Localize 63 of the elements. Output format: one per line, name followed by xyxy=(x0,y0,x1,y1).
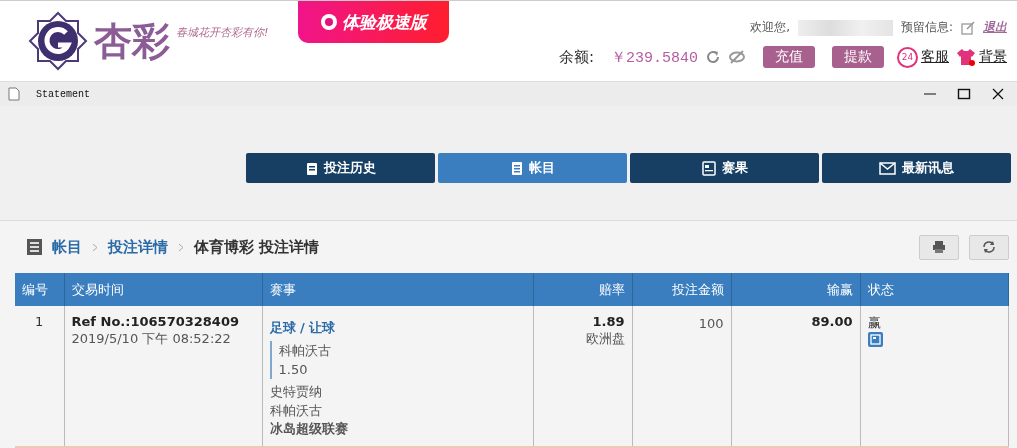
nav-tab[interactable]: 最新讯息 xyxy=(822,153,1011,183)
column-header: 交易时间 xyxy=(64,273,262,306)
logo-text: 杏彩 xyxy=(94,17,170,65)
balance-label: 余额: xyxy=(558,47,594,67)
column-header: 状态 xyxy=(860,273,1009,306)
home-team: 史特贾纳 xyxy=(269,383,323,401)
maximize-icon[interactable] xyxy=(957,87,971,101)
pick-team: 科帕沃古 xyxy=(278,342,332,360)
logo-icon xyxy=(28,11,88,71)
column-header: 编号 xyxy=(15,273,64,306)
logout-link[interactable]: 退出 xyxy=(983,19,1007,36)
breadcrumb-link[interactable]: 投注详情 xyxy=(108,237,168,257)
column-header: 投注金额 xyxy=(632,273,731,306)
league-name: 冰岛超级联赛 xyxy=(269,420,349,438)
window-title: Statement xyxy=(36,88,90,100)
header-link[interactable]: 背景 xyxy=(979,48,1007,66)
win-loss-amount: 89.00 xyxy=(811,314,853,329)
print-button[interactable] xyxy=(919,234,959,260)
close-icon[interactable] xyxy=(991,87,1005,101)
receipt-icon[interactable] xyxy=(867,332,883,347)
ball-icon xyxy=(320,13,338,31)
ref-number: Ref No.:106570328409 xyxy=(71,314,240,329)
chevron-icon xyxy=(178,242,184,252)
welcome-text: 欢迎您, xyxy=(750,19,790,36)
newspaper-icon xyxy=(701,160,716,176)
header-link[interactable]: 客服 xyxy=(921,48,949,66)
slogan: 春城花开杏彩有你! xyxy=(176,25,269,40)
handicap: 1.50 xyxy=(278,361,309,379)
promo-button[interactable]: 体验极速版 xyxy=(298,1,449,43)
breadcrumb-link[interactable]: 帐目 xyxy=(52,237,82,257)
account-button[interactable]: 提款 xyxy=(832,46,884,68)
hidden-eye-icon[interactable] xyxy=(728,49,746,65)
edit-icon[interactable] xyxy=(961,20,975,35)
refresh-icon[interactable] xyxy=(705,49,721,65)
nav-tab[interactable]: 投注历史 xyxy=(246,153,435,183)
account-button[interactable]: 充值 xyxy=(763,46,815,68)
reserved-info-label: 预留信息: xyxy=(900,19,953,36)
nav-tab[interactable]: 赛果 xyxy=(630,153,819,183)
bet-status: 赢 xyxy=(867,314,882,332)
column-header: 赔率 xyxy=(533,273,632,306)
bet-type: 足球 / 让球 xyxy=(269,319,337,337)
refresh-icon xyxy=(982,240,996,254)
column-header: 输赢 xyxy=(731,273,860,306)
odds-type: 欧洲盘 xyxy=(584,330,625,348)
stake-amount: 100 xyxy=(698,316,724,331)
printer-icon xyxy=(932,240,946,254)
book-icon xyxy=(510,160,523,176)
headset-icon[interactable]: 24 xyxy=(897,46,918,68)
nav-tab[interactable]: 帐目 xyxy=(438,153,627,183)
document-icon xyxy=(8,87,20,101)
transaction-time: 2019/5/10 下午 08:52:22 xyxy=(71,330,232,348)
shirt-icon[interactable] xyxy=(956,48,976,66)
mail-icon xyxy=(879,161,896,175)
odds-value: 1.89 xyxy=(591,314,625,329)
breadcrumb-current: 体育博彩 投注详情 xyxy=(194,237,320,257)
balance-amount: ￥239.5840 xyxy=(611,48,698,67)
row-number: 1 xyxy=(35,314,44,329)
ledger-icon xyxy=(27,239,42,255)
clipboard-icon xyxy=(305,160,318,176)
chevron-icon xyxy=(92,242,98,252)
column-header: 赛事 xyxy=(262,273,533,306)
away-team: 科帕沃古 xyxy=(269,402,323,420)
refresh-button[interactable] xyxy=(969,234,1009,260)
